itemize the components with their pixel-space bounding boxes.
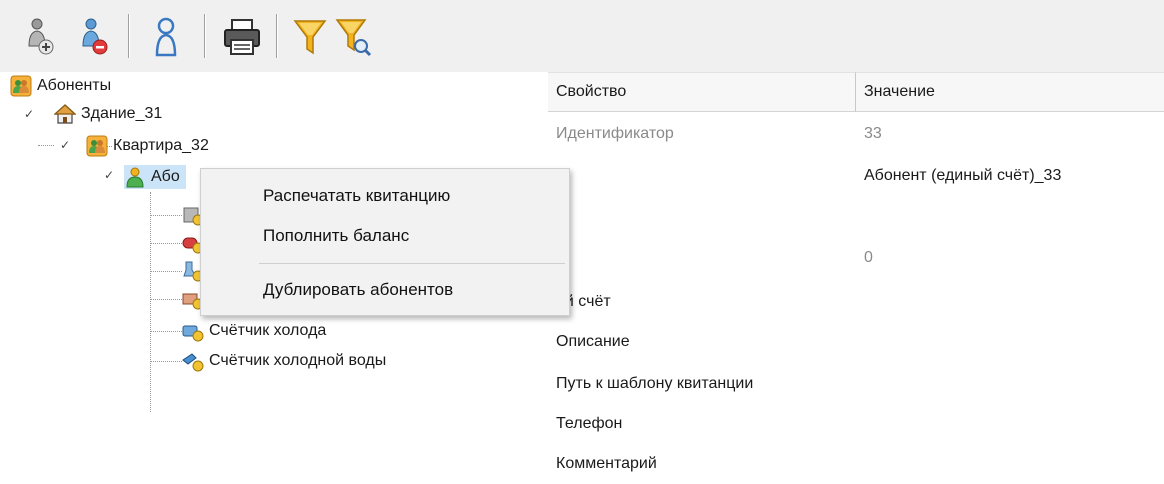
chevron-down-icon[interactable]: ✓: [58, 138, 72, 152]
tree-node-label: Абоненты: [37, 77, 112, 94]
user-icon: [155, 17, 177, 57]
user-icon: [126, 167, 144, 188]
tree-guide-line: [150, 331, 182, 332]
group-icon: [10, 75, 32, 97]
property-name: ой счёт: [556, 293, 611, 310]
toolbar-separator: [276, 14, 277, 58]
remove-user-icon: [82, 18, 108, 55]
property-value: [856, 444, 1164, 484]
property-grid: Свойство Значение Идентификатор 33 Абоне…: [548, 72, 1164, 484]
tree-node-label: Счётчик холодной воды: [209, 352, 387, 369]
property-name: [548, 156, 856, 196]
filter-search-button[interactable]: [332, 12, 376, 62]
user-button[interactable]: [144, 12, 188, 62]
table-row[interactable]: Комментарий: [548, 444, 1164, 484]
filter-button[interactable]: [288, 12, 332, 62]
table-row[interactable]: с 0: [548, 238, 1164, 278]
tree-guide-line: [150, 192, 151, 412]
property-name: с: [548, 238, 856, 278]
toolbar: [0, 0, 1164, 72]
cold-meter-icon: [182, 325, 204, 342]
tree-guide-line: [150, 271, 182, 272]
table-row[interactable]: Путь к шаблону квитанции: [548, 364, 1164, 404]
property-name: Путь к шаблону квитанции: [556, 375, 754, 392]
cold-water-meter-icon: [182, 353, 204, 372]
property-name: [548, 198, 856, 238]
filter-icon: [293, 20, 327, 55]
property-name: Комментарий: [556, 455, 657, 472]
property-name: Телефон: [556, 415, 623, 432]
tree-node-label: Квартира_32: [113, 137, 209, 154]
table-row[interactable]: ой счёт: [548, 282, 1164, 322]
property-value: [856, 282, 1164, 322]
tree-guide-line: [150, 361, 182, 362]
property-name: Описание: [556, 333, 630, 350]
group-icon: [86, 135, 108, 157]
menu-item-top-up-balance[interactable]: Пополнить баланс: [201, 216, 569, 256]
property-name: Идентификатор: [556, 125, 674, 142]
tree-node-label: Або: [151, 168, 180, 185]
tree-guide-line: [150, 299, 182, 300]
property-value: [856, 364, 1164, 404]
toolbar-separator: [128, 14, 129, 58]
tree-node-label: Здание_31: [81, 105, 163, 122]
table-row[interactable]: Описание: [548, 322, 1164, 362]
tree-guide-line: [150, 243, 182, 244]
property-value: [856, 322, 1164, 362]
printer-icon: [224, 19, 260, 55]
remove-user-button[interactable]: [72, 12, 116, 62]
property-value: 33: [864, 125, 882, 142]
property-value: 0: [864, 249, 873, 266]
filter-search-icon: [335, 19, 372, 57]
chevron-down-icon[interactable]: ✓: [102, 168, 116, 182]
tree-guide-line: [150, 215, 182, 216]
add-user-icon: [28, 18, 54, 55]
property-value: Абонент (единый счёт)_33: [864, 167, 1062, 184]
property-value: [856, 198, 1164, 238]
table-row[interactable]: Телефон: [548, 404, 1164, 444]
tree-node-subscriber[interactable]: Або: [124, 165, 186, 189]
property-value: [856, 404, 1164, 444]
chevron-down-icon[interactable]: ✓: [22, 107, 36, 121]
tree-node-apartment[interactable]: Квартира_32: [86, 134, 209, 158]
table-row[interactable]: [548, 198, 1164, 238]
table-row[interactable]: Абонент (единый счёт)_33: [548, 156, 1164, 196]
menu-separator: [259, 263, 565, 264]
toolbar-separator: [204, 14, 205, 58]
tree-node-root[interactable]: Абоненты: [10, 74, 111, 98]
house-icon: [54, 104, 76, 124]
menu-item-print-receipt[interactable]: Распечатать квитанцию: [201, 176, 569, 216]
print-button[interactable]: [220, 12, 264, 62]
tree-node-cold-meter[interactable]: Счётчик холода: [182, 319, 326, 343]
menu-item-duplicate-subscribers[interactable]: Дублировать абонентов: [201, 270, 569, 310]
table-row[interactable]: Идентификатор 33: [548, 114, 1164, 154]
add-user-button[interactable]: [18, 12, 62, 62]
context-menu: Распечатать квитанцию Пополнить баланс Д…: [200, 168, 570, 316]
tree-node-building[interactable]: Здание_31: [54, 102, 162, 126]
tree-node-cold-water-meter[interactable]: Счётчик холодной воды: [182, 349, 386, 373]
tree-node-label: Счётчик холода: [209, 322, 327, 339]
tree-guide-line: [38, 145, 54, 146]
column-header-value[interactable]: Значение: [856, 72, 1164, 112]
column-header-property[interactable]: Свойство: [548, 72, 856, 112]
